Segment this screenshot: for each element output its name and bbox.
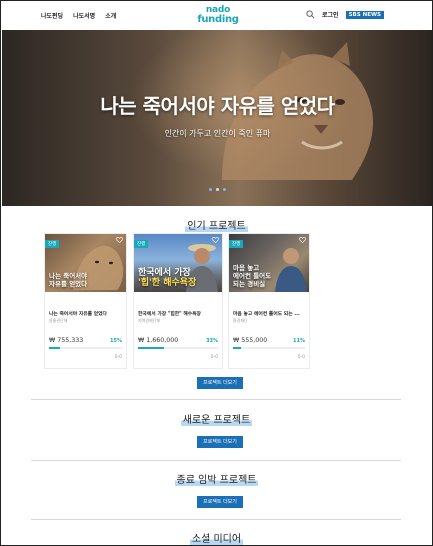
- thumbnail-caption-line: '힙'한 해수욕장: [138, 278, 197, 288]
- sbs-news-logo[interactable]: SBS NEWS: [345, 10, 384, 19]
- popular-projects-list: 진행 나는 죽어서야 자유를 얻었다 나는 죽어서야 자유를 얻었다 동물권단체…: [44, 233, 394, 369]
- project-percent: 33%: [206, 338, 218, 344]
- thumbnail-caption-line: 되는 경비실: [233, 280, 266, 288]
- thumbnail-caption-line: 에어컨 틀어도: [233, 272, 272, 280]
- social-media-heading: 소셜 미디어: [1, 530, 432, 545]
- project-card[interactable]: 진행 마음 놓고 에어컨 틀어도 되는 경비실 마음 놓고 에어컨 틀어도 되는…: [228, 233, 310, 369]
- nav-item-about[interactable]: 소개: [105, 11, 116, 20]
- thumbnail-caption: 마음 놓고 에어컨 틀어도 되는 경비실: [233, 264, 271, 288]
- popular-projects-heading-text: 인기 프로젝트: [185, 221, 248, 232]
- heart-icon[interactable]: [116, 237, 123, 243]
- progress-bar-fill: [138, 347, 165, 349]
- page-frame: 나도펀딩 나도서명 소개 nado funding 로그인 SBS NEWS 나…: [0, 0, 433, 546]
- carousel-dot-3[interactable]: [223, 188, 226, 191]
- project-percent: 11%: [293, 338, 305, 344]
- project-thumbnail: 진행 한국에서 가장 '힙'한 해수욕장: [134, 234, 222, 292]
- project-organization: 환경재단: [233, 318, 248, 323]
- guard-thumb-image: [275, 248, 307, 292]
- thumbnail-caption: 나는 죽어서야 자유를 얻었다: [49, 272, 87, 288]
- project-title[interactable]: 마음 놓고 에어컨 틀어도 되는 ...: [233, 310, 307, 317]
- ending-more-button[interactable]: 프로젝트 더보기: [197, 496, 243, 508]
- project-status-badge: 진행: [134, 240, 149, 248]
- project-title[interactable]: 나는 죽어서야 자유를 얻었다: [49, 310, 124, 317]
- project-card[interactable]: 진행 나는 죽어서야 자유를 얻었다 나는 죽어서야 자유를 얻었다 동물권단체…: [44, 233, 127, 369]
- nav-item-nado-petition[interactable]: 나도서명: [73, 11, 95, 20]
- nav-item-nado-funding[interactable]: 나도펀딩: [41, 11, 63, 20]
- hero-title: 나는 죽어서야 자유를 얻었다: [100, 94, 335, 118]
- section-divider: [31, 399, 401, 400]
- progress-bar-fill: [49, 347, 60, 349]
- new-more-button[interactable]: 프로젝트 더보기: [197, 436, 243, 448]
- progress-bar-fill: [233, 347, 241, 349]
- main-nav: 나도펀딩 나도서명 소개: [41, 11, 116, 20]
- ending-projects-heading-text: 종료 임박 프로젝트: [174, 475, 259, 486]
- popular-more-button[interactable]: 프로젝트 더보기: [197, 377, 243, 389]
- project-status-badge: 진행: [45, 240, 60, 248]
- popular-projects-heading: 인기 프로젝트: [1, 217, 432, 232]
- thumbnail-caption-line: 나는 죽어서야: [49, 272, 88, 280]
- progress-bar: [138, 347, 218, 349]
- progress-bar: [49, 347, 122, 349]
- logo-line-2: funding: [197, 14, 239, 25]
- project-amount: ₩ 755,333: [49, 337, 84, 344]
- project-thumbnail: 진행 나는 죽어서야 자유를 얻었다: [45, 234, 126, 292]
- progress-bar: [233, 347, 305, 349]
- thumbnail-caption-line: 마음 놓고: [233, 264, 260, 272]
- new-projects-heading-text: 새로운 프로젝트: [180, 415, 253, 426]
- carousel-dots: [2, 188, 432, 191]
- site-header: 나도펀딩 나도서명 소개 nado funding 로그인 SBS NEWS: [1, 1, 432, 31]
- new-projects-heading: 새로운 프로젝트: [1, 411, 432, 426]
- project-amount: ₩ 555,000: [233, 337, 268, 344]
- project-status-badge: 진행: [229, 240, 244, 248]
- thumbnail-caption-line: 한국에서 가장: [138, 268, 191, 278]
- project-amount: ₩ 1,660,000: [138, 337, 179, 344]
- project-percent: 15%: [110, 338, 122, 344]
- project-days: 0-0: [297, 355, 305, 360]
- project-days: 0-0: [210, 355, 218, 360]
- thumbnail-caption: 한국에서 가장 '힙'한 해수욕장: [138, 268, 196, 288]
- site-logo[interactable]: nado funding: [194, 5, 242, 25]
- project-title[interactable]: 한국에서 가장 "힙한" 해수욕장: [138, 310, 219, 317]
- heart-icon[interactable]: [299, 237, 306, 243]
- carousel-dot-2[interactable]: [216, 188, 219, 191]
- hero-subtitle: 인간이 가두고 인간이 죽인 퓨마: [164, 129, 271, 138]
- project-card[interactable]: 진행 한국에서 가장 '힙'한 해수욕장 한국에서 가장 "힙한" 해수욕장 지…: [133, 233, 223, 369]
- thumbnail-caption-line: 자유를 얻었다: [49, 280, 88, 288]
- project-organization: 지역경제단체: [138, 318, 161, 323]
- search-icon[interactable]: [306, 10, 315, 19]
- header-actions: 로그인 SBS NEWS: [306, 10, 384, 19]
- heart-icon[interactable]: [212, 237, 219, 243]
- section-divider: [31, 519, 401, 520]
- social-media-heading-text: 소셜 미디어: [189, 534, 244, 545]
- login-link[interactable]: 로그인: [322, 10, 339, 19]
- ending-projects-heading: 종료 임박 프로젝트: [1, 471, 432, 486]
- carousel-dot-1[interactable]: [209, 188, 212, 191]
- project-thumbnail: 진행 마음 놓고 에어컨 틀어도 되는 경비실: [229, 234, 309, 292]
- project-days: 0-0: [114, 355, 122, 360]
- section-divider: [31, 460, 401, 461]
- hero-banner[interactable]: 나는 죽어서야 자유를 얻었다 인간이 가두고 인간이 죽인 퓨마: [2, 30, 432, 206]
- project-organization: 동물권단체: [49, 318, 68, 323]
